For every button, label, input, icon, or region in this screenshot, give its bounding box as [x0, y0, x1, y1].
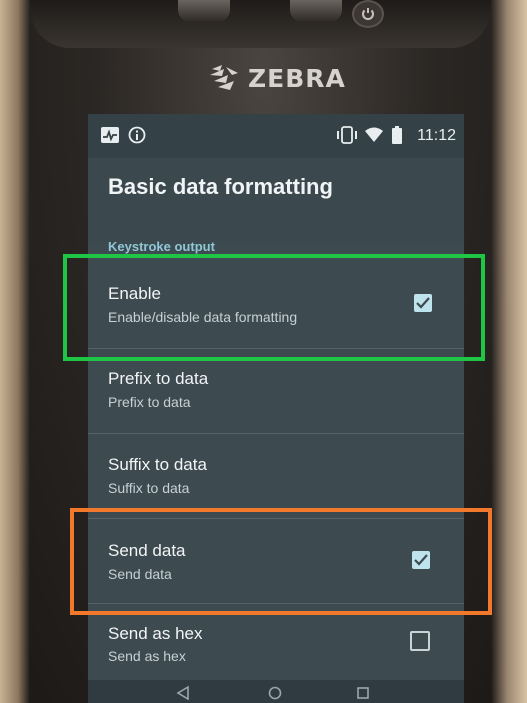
hardware-button-left[interactable] [178, 0, 230, 22]
power-icon [362, 8, 374, 20]
brand-name: ZEBRA [248, 63, 346, 93]
pref-title: Suffix to data [108, 455, 207, 474]
app-bar [88, 158, 464, 244]
highlight-box-enable [63, 254, 485, 361]
highlight-box-send-data [70, 508, 492, 615]
status-time: 11:12 [417, 127, 456, 144]
info-icon [128, 126, 146, 144]
pref-summary: Suffix to data [108, 480, 190, 496]
pref-send-as-hex[interactable]: Send as hex Send as hex [88, 604, 464, 688]
category-header: Keystroke output [108, 239, 215, 254]
back-icon[interactable] [176, 686, 190, 700]
brand-logo: ZEBRA [208, 58, 346, 98]
pref-summary: Prefix to data [108, 394, 191, 410]
background-left [0, 0, 30, 703]
battery-icon [392, 126, 402, 144]
pref-prefix[interactable]: Prefix to data Prefix to data [88, 349, 464, 433]
pref-summary: Send as hex [108, 648, 186, 664]
hardware-button-center[interactable] [290, 0, 342, 22]
navigation-bar [88, 680, 464, 703]
page-title: Basic data formatting [108, 174, 333, 199]
vibrate-icon [337, 126, 357, 144]
device-top-bumper [30, 0, 491, 48]
wifi-icon [365, 127, 383, 142]
background-right [491, 0, 527, 703]
home-icon[interactable] [268, 686, 282, 700]
send-as-hex-checkbox[interactable] [410, 631, 430, 651]
status-bar: 11:12 [88, 114, 464, 158]
pref-title: Prefix to data [108, 369, 209, 388]
power-button[interactable] [352, 0, 384, 28]
recents-icon[interactable] [356, 686, 370, 700]
pref-suffix[interactable]: Suffix to data Suffix to data [88, 434, 464, 518]
pref-title: Send as hex [108, 624, 203, 643]
pulse-icon [101, 127, 119, 143]
zebra-logo-icon [210, 65, 238, 90]
